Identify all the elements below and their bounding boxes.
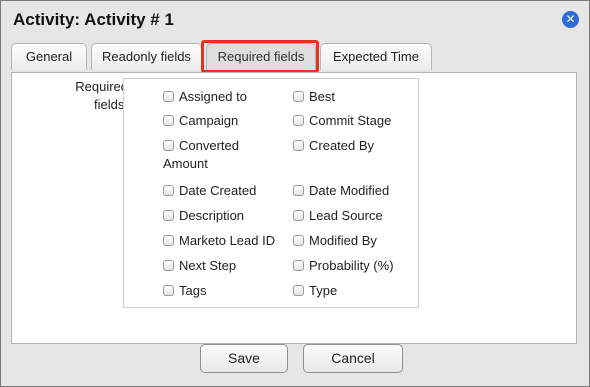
checkbox[interactable] xyxy=(163,210,174,221)
checkbox[interactable] xyxy=(163,115,174,126)
tab-general[interactable]: General xyxy=(11,43,87,70)
checkbox[interactable] xyxy=(163,91,174,102)
dialog-title: Activity: Activity # 1 xyxy=(13,10,174,29)
checkbox[interactable] xyxy=(163,140,174,151)
tab-readonly-fields[interactable]: Readonly fields xyxy=(91,43,202,70)
field-assigned-to[interactable]: Assigned to xyxy=(163,88,281,106)
field-best[interactable]: Best xyxy=(293,88,418,106)
checkbox[interactable] xyxy=(163,185,174,196)
tab-expected-time[interactable]: Expected Time xyxy=(320,43,432,70)
tab-required-fields[interactable]: Required fields xyxy=(206,43,316,70)
field-probability[interactable]: Probability (%) xyxy=(293,257,418,275)
tab-panel: Required fields: Assigned to Best Campai… xyxy=(11,72,577,344)
field-campaign[interactable]: Campaign xyxy=(163,112,281,130)
field-created-by[interactable]: Created By xyxy=(293,137,418,155)
checkbox[interactable] xyxy=(163,235,174,246)
field-converted-amount[interactable]: Converted Amount xyxy=(163,137,259,173)
field-lead-source[interactable]: Lead Source xyxy=(293,207,418,225)
checkbox[interactable] xyxy=(293,260,304,271)
checkbox[interactable] xyxy=(293,185,304,196)
checkbox[interactable] xyxy=(293,115,304,126)
checkbox[interactable] xyxy=(163,260,174,271)
field-tags[interactable]: Tags xyxy=(163,282,281,300)
checkbox[interactable] xyxy=(293,285,304,296)
field-date-modified[interactable]: Date Modified xyxy=(293,182,418,200)
required-fields-list: Assigned to Best Campaign Commit Stage C… xyxy=(123,78,419,308)
activity-dialog: Activity: Activity # 1 ✕ General Readonl… xyxy=(0,0,590,387)
checkbox[interactable] xyxy=(163,285,174,296)
required-fields-label: Required fields: xyxy=(75,79,128,112)
field-modified-by[interactable]: Modified By xyxy=(293,232,418,250)
checkbox[interactable] xyxy=(293,91,304,102)
checkbox[interactable] xyxy=(293,210,304,221)
field-description[interactable]: Description xyxy=(163,207,281,225)
checkbox[interactable] xyxy=(293,235,304,246)
save-button[interactable]: Save xyxy=(200,344,288,373)
field-type[interactable]: Type xyxy=(293,282,418,300)
field-commit-stage[interactable]: Commit Stage xyxy=(293,112,418,130)
cancel-button[interactable]: Cancel xyxy=(303,344,403,373)
close-icon[interactable]: ✕ xyxy=(562,11,579,28)
checkbox[interactable] xyxy=(293,140,304,151)
field-next-step[interactable]: Next Step xyxy=(163,257,281,275)
field-date-created[interactable]: Date Created xyxy=(163,182,281,200)
field-marketo-lead-id[interactable]: Marketo Lead ID xyxy=(163,232,281,250)
